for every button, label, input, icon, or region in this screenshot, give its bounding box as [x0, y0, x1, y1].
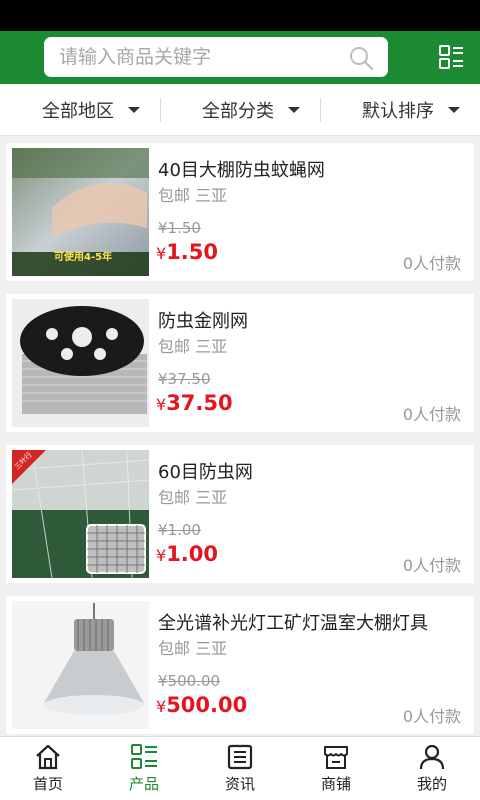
home-icon	[36, 744, 60, 770]
price-value: 37.50	[166, 391, 233, 415]
paid-count: 0人付款	[402, 556, 461, 575]
product-image[interactable]: 可使用4-5年	[12, 148, 149, 276]
price-value: 1.50	[166, 240, 219, 264]
current-price: ¥1.00	[156, 542, 218, 566]
original-price: ¥500.00	[158, 672, 221, 690]
original-price: ¥1.00	[158, 521, 201, 539]
price-value: 1.00	[166, 542, 219, 566]
tab-mine-label: 我的	[416, 775, 447, 793]
chevron-down-icon	[128, 107, 140, 113]
shipping-info: 包邮 三亚	[158, 488, 228, 507]
currency-symbol: ¥	[156, 546, 167, 565]
sort-filter-label: 默认排序	[362, 101, 434, 122]
chevron-down-icon	[448, 107, 460, 113]
currency-symbol: ¥	[156, 395, 167, 414]
shipping-info: 包邮 三亚	[158, 639, 228, 658]
shipping-info: 包邮 三亚	[158, 186, 228, 205]
news-icon	[227, 744, 253, 770]
current-price: ¥1.50	[156, 240, 218, 264]
divider	[320, 98, 321, 122]
region-filter[interactable]: 全部地区	[42, 84, 140, 136]
shipping-info: 包邮 三亚	[158, 337, 228, 356]
tab-home-label: 首页	[32, 775, 63, 793]
status-bar	[0, 0, 480, 31]
product-title[interactable]: 防虫金刚网	[158, 307, 248, 333]
currency-symbol: ¥	[156, 697, 167, 716]
currency-symbol: ¥	[156, 244, 167, 263]
paid-count: 0人付款	[402, 254, 461, 273]
paid-count: 0人付款	[402, 707, 461, 726]
region-filter-label: 全部地区	[42, 101, 114, 122]
sort-filter[interactable]: 默认排序	[362, 84, 460, 136]
paid-count: 0人付款	[402, 405, 461, 424]
user-icon	[419, 744, 445, 770]
product-card[interactable]: 全光谱补光灯工矿灯温室大棚灯具 包邮 三亚 ¥500.00 ¥500.00 0人…	[6, 596, 474, 734]
chevron-down-icon	[288, 107, 300, 113]
product-card[interactable]: 可使用4-5年 40目大棚防虫蚊蝇网 包邮 三亚 ¥1.50 ¥1.50 0人付…	[6, 143, 474, 281]
tab-news[interactable]: 资讯	[192, 737, 288, 800]
tab-products[interactable]: 产品	[96, 737, 192, 800]
category-filter[interactable]: 全部分类	[202, 84, 300, 136]
search-icon[interactable]	[348, 45, 374, 71]
product-title[interactable]: 40目大棚防虫蚊蝇网	[158, 156, 325, 182]
tab-news-label: 资讯	[224, 775, 255, 793]
product-title[interactable]: 60目防虫网	[158, 458, 253, 484]
product-image[interactable]	[12, 299, 149, 427]
product-image[interactable]: 三叶行	[12, 450, 149, 578]
filter-bar: 全部地区 全部分类 默认排序	[0, 84, 480, 136]
category-menu-icon[interactable]	[438, 44, 464, 70]
product-title[interactable]: 全光谱补光灯工矿灯温室大棚灯具	[158, 609, 428, 635]
product-card[interactable]: 三叶行 60目防虫网 包邮 三亚 ¥1.00 ¥1.00 0人付款	[6, 445, 474, 583]
price-value: 500.00	[166, 693, 248, 717]
tab-store-label: 商铺	[320, 775, 351, 793]
product-image[interactable]	[12, 601, 149, 729]
top-header	[0, 31, 480, 84]
category-filter-label: 全部分类	[202, 101, 274, 122]
tab-store[interactable]: 商铺	[288, 737, 384, 800]
original-price: ¥1.50	[158, 219, 201, 237]
current-price: ¥500.00	[156, 693, 247, 717]
store-icon	[324, 746, 348, 769]
product-card[interactable]: 防虫金刚网 包邮 三亚 ¥37.50 ¥37.50 0人付款	[6, 294, 474, 432]
search-input[interactable]	[59, 37, 339, 77]
original-price: ¥37.50	[158, 370, 211, 388]
product-list-icon	[131, 744, 157, 769]
tab-home[interactable]: 首页	[0, 737, 96, 800]
tab-products-label: 产品	[128, 775, 159, 793]
image-caption: 可使用4-5年	[54, 252, 113, 263]
tab-mine[interactable]: 我的	[384, 737, 480, 800]
bottom-tab-bar: 首页 产品 资讯 商铺 我的	[0, 736, 480, 800]
divider	[160, 98, 161, 122]
search-box[interactable]	[44, 37, 388, 77]
current-price: ¥37.50	[156, 391, 233, 415]
